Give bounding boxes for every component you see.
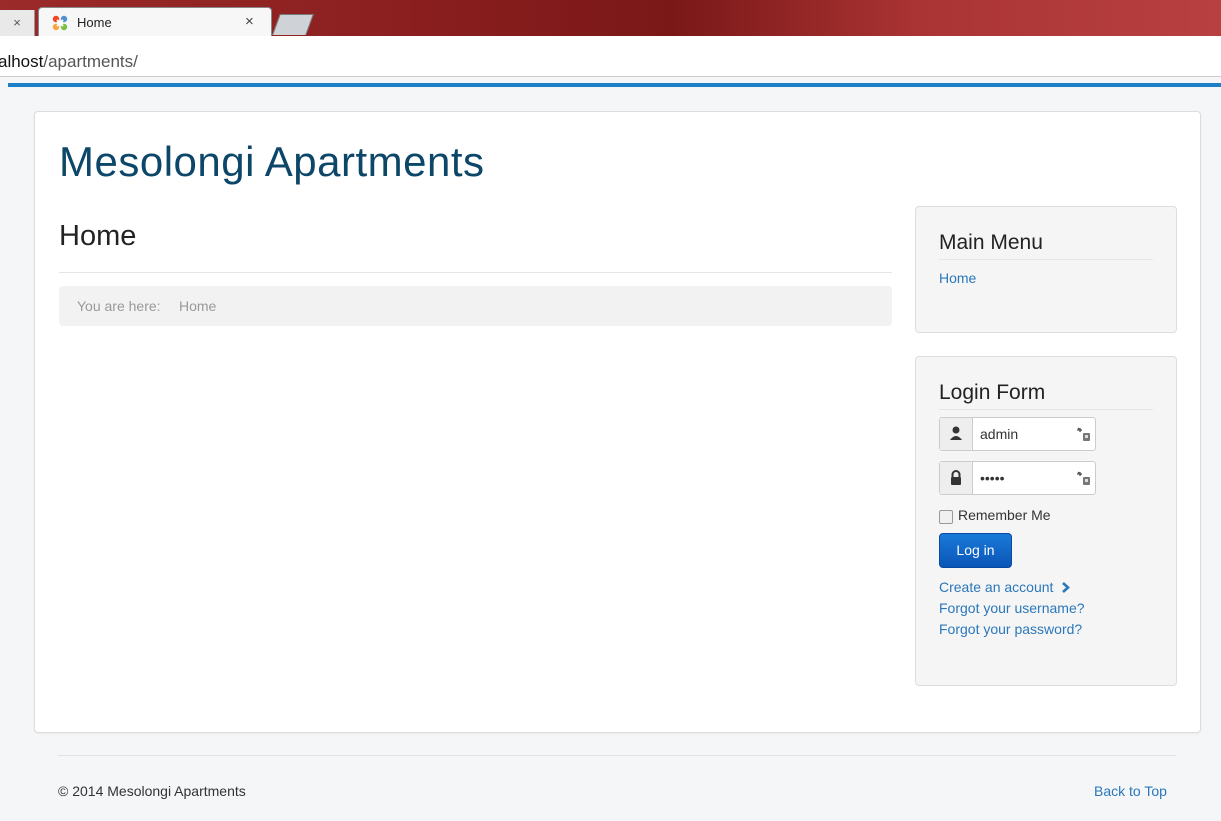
tab-title: Home (77, 15, 112, 30)
lock-icon (940, 462, 973, 494)
new-tab-button[interactable] (272, 14, 314, 35)
body-container: Mesolongi Apartments Home You are here: … (34, 111, 1201, 733)
address-bar[interactable]: alhost/apartments/ (0, 36, 1221, 77)
remember-me-label[interactable]: Remember Me (958, 507, 1051, 523)
username-value: admin (980, 426, 1019, 442)
url-host: alhost (0, 52, 44, 71)
create-account-link[interactable]: Create an account (939, 579, 1071, 595)
breadcrumb: You are here: Home (59, 286, 892, 326)
joomla-icon (52, 15, 68, 31)
key-icon (1077, 427, 1090, 441)
accent-bar (8, 83, 1221, 87)
module-divider (939, 409, 1153, 410)
heading-divider (59, 272, 892, 273)
back-to-top-link[interactable]: Back to Top (1094, 783, 1167, 799)
menu-item-home[interactable]: Home (939, 270, 976, 286)
login-form-module: Login Form admin ••••• Remember Me Log i… (915, 356, 1177, 686)
browser-tab-bar: × Home × (0, 0, 1221, 37)
footer-divider (58, 755, 1176, 756)
chevron-right-icon (1062, 582, 1071, 593)
password-field[interactable]: ••••• (939, 461, 1096, 495)
login-button[interactable]: Log in (939, 533, 1012, 568)
username-field[interactable]: admin (939, 417, 1096, 451)
url-path: /apartments/ (43, 52, 138, 71)
page-heading: Home (59, 220, 137, 252)
breadcrumb-current: Home (179, 298, 217, 314)
tab-home[interactable]: Home × (38, 7, 272, 37)
site-title[interactable]: Mesolongi Apartments (59, 138, 485, 186)
create-account-label: Create an account (939, 579, 1054, 595)
module-divider (939, 259, 1153, 260)
main-menu-title: Main Menu (939, 231, 1043, 254)
key-icon (1077, 471, 1090, 485)
tab-close-button[interactable]: × (245, 13, 254, 30)
forgot-password-link[interactable]: Forgot your password? (939, 621, 1082, 637)
password-value: ••••• (980, 470, 1005, 486)
user-icon (940, 418, 973, 450)
copyright-text: © 2014 Mesolongi Apartments (58, 783, 246, 799)
previous-tab-close-button[interactable]: × (0, 10, 35, 36)
forgot-username-link[interactable]: Forgot your username? (939, 600, 1085, 616)
remember-me-checkbox[interactable] (939, 510, 953, 524)
main-menu-module: Main Menu Home (915, 206, 1177, 333)
breadcrumb-prefix: You are here: (77, 298, 161, 314)
login-form-title: Login Form (939, 381, 1046, 404)
url-text[interactable]: alhost/apartments/ (0, 52, 138, 72)
